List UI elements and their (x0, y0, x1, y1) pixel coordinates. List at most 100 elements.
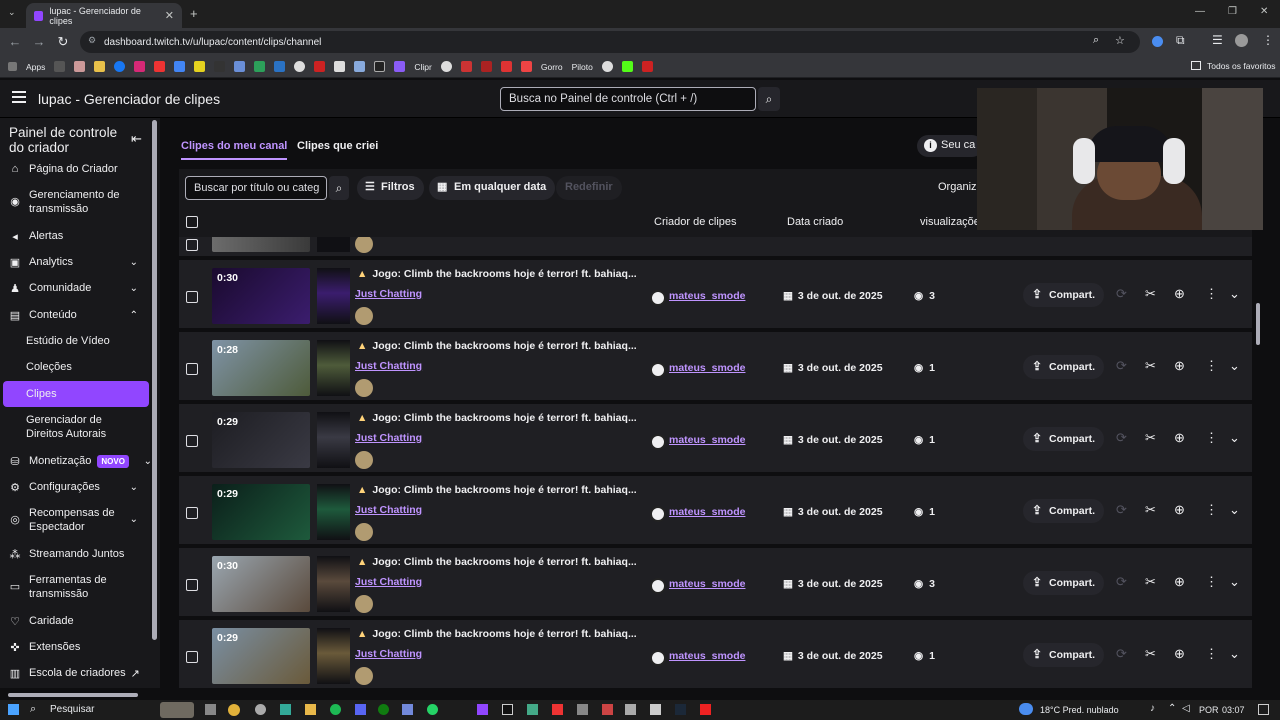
sidebar-item-monetization[interactable]: ⛁ Monetização NOVO ⌄ (0, 454, 152, 468)
discord-icon[interactable] (355, 704, 366, 715)
minimize-icon[interactable]: — (1195, 6, 1205, 17)
date-filter-button[interactable]: ▦ Em qualquer data (429, 176, 556, 200)
sidebar-item-analytics[interactable]: ▣ Analytics ⌄ (0, 255, 150, 269)
sidebar-item-settings[interactable]: ⚙ Configurações ⌄ (0, 480, 150, 494)
grid-icon[interactable] (54, 61, 66, 72)
scissors-icon[interactable]: ✂ (1145, 502, 1156, 518)
forward-icon[interactable]: → (28, 34, 50, 49)
row-checkbox[interactable] (186, 435, 198, 447)
instagram-icon[interactable] (134, 61, 146, 72)
clock[interactable]: 03:07 (1222, 705, 1245, 715)
loop-icon[interactable]: ⟳ (1116, 286, 1127, 302)
sidebar-item-charity[interactable]: ♡ Caridade (0, 614, 150, 628)
row-checkbox[interactable] (186, 363, 198, 375)
loop-icon[interactable]: ⟳ (1116, 358, 1127, 374)
clip-thumbnail[interactable] (212, 237, 310, 252)
bookmark-icon[interactable] (480, 61, 492, 72)
filters-button[interactable]: ☰ Filtros (357, 176, 424, 200)
app-icon[interactable] (552, 704, 563, 715)
chevron-down-icon[interactable]: ⌄ (130, 513, 138, 527)
clip-title[interactable]: ▲ Jogo: Climb the backrooms hoje é terror… (357, 268, 637, 280)
bookmark-icon[interactable] (94, 61, 106, 72)
app-icon[interactable] (255, 704, 266, 715)
sidebar-item-broadcast-tools[interactable]: ▭ Ferramentas de transmissão (0, 573, 150, 601)
sidebar-item-creator-school[interactable]: ▥ Escola de criadores ↗ (0, 666, 150, 680)
chevron-down-icon[interactable]: ⌄ (130, 283, 138, 294)
bookmark-star-icon[interactable]: ☆ (1115, 34, 1125, 47)
clip-thumbnail[interactable]: 0:29 (212, 412, 310, 468)
content-scrollbar[interactable] (1256, 303, 1260, 345)
folder-icon[interactable] (305, 704, 316, 715)
bookmark-icon[interactable] (274, 61, 286, 72)
app-icon[interactable] (700, 704, 711, 715)
bookmark-icon[interactable] (154, 61, 166, 72)
browser-menu-icon[interactable]: ⋮ (1262, 33, 1274, 47)
bookmark-icon[interactable] (460, 61, 472, 72)
sidebar-item-viewer-rewards[interactable]: ◎ Recompensas de Espectador ⌄ (0, 506, 150, 534)
settings-icon[interactable] (650, 704, 661, 715)
sidebar-sub-video-studio[interactable]: Estúdio de Vídeo (26, 334, 110, 348)
add-circle-icon[interactable]: ⊕ (1174, 430, 1185, 446)
category-link[interactable]: Just Chatting (355, 432, 422, 444)
extension-icon[interactable] (1152, 36, 1163, 47)
chevron-down-icon[interactable]: ⌄ (130, 482, 138, 493)
bookmark-icon[interactable] (74, 61, 86, 72)
clip-title[interactable]: ▲ Jogo: Climb the backrooms hoje é terror… (357, 628, 637, 640)
clip-thumbnail[interactable]: 0:30 (212, 556, 310, 612)
sidebar-item-stream-together[interactable]: ⁂ Streamando Juntos (0, 547, 150, 561)
category-link[interactable]: Just Chatting (355, 504, 422, 516)
category-link[interactable]: Just Chatting (355, 648, 422, 660)
app-icon[interactable] (280, 704, 291, 715)
creator-link[interactable]: mateus_smode (650, 506, 745, 522)
kick-icon[interactable] (621, 61, 633, 72)
site-info-icon[interactable]: ⚙ (88, 35, 96, 46)
bookmark-gorro[interactable]: Gorro (541, 62, 563, 72)
spotify-icon[interactable] (330, 704, 341, 715)
tab-list-icon[interactable]: ⌄ (8, 7, 16, 18)
scissors-icon[interactable]: ✂ (1145, 358, 1156, 374)
share-button[interactable]: ⇪ Compart. (1023, 427, 1105, 451)
clip-title[interactable]: ▲ Jogo: Climb the backrooms hoje é terror… (357, 412, 637, 424)
chevron-down-icon[interactable]: ⌄ (130, 257, 138, 268)
share-button[interactable]: ⇪ Compart. (1023, 355, 1105, 379)
more-options-icon[interactable]: ⋮ (1205, 574, 1218, 590)
weather-text[interactable]: 18°C Pred. nublado (1040, 705, 1119, 715)
more-options-icon[interactable]: ⋮ (1205, 358, 1218, 374)
scissors-icon[interactable]: ✂ (1145, 430, 1156, 446)
column-date[interactable]: Data criado (787, 216, 843, 228)
bookmark-icon[interactable] (214, 61, 226, 72)
app-icon[interactable] (602, 704, 613, 715)
sidebar-item-creator-page[interactable]: ⌂ Página do Criador (0, 162, 150, 176)
channel-info-button[interactable]: i Seu ca (917, 135, 984, 157)
extensions-puzzle-icon[interactable]: ⧉ (1176, 33, 1185, 48)
clip-search-input[interactable]: Buscar por título ou categ (185, 176, 327, 200)
sidebar-item-community[interactable]: ♟ Comunidade ⌄ (0, 281, 150, 295)
chevron-down-icon[interactable]: ⌄ (1229, 646, 1240, 662)
clip-thumbnail[interactable]: 0:28 (212, 340, 310, 396)
loop-icon[interactable]: ⟳ (1116, 574, 1127, 590)
bookmark-piloto[interactable]: Piloto (572, 62, 593, 72)
sidebar-item-stream-manager[interactable]: ◉ Gerenciamento de transmissão (0, 188, 130, 216)
chevron-down-icon[interactable]: ⌄ (1229, 502, 1240, 518)
sort-dropdown[interactable]: Organiz (938, 181, 977, 193)
bookmark-icon[interactable] (194, 61, 206, 72)
steam-icon[interactable] (675, 704, 686, 715)
xbox-icon[interactable] (378, 704, 389, 715)
column-views[interactable]: visualizaçõe (920, 216, 980, 228)
sidebar-sub-copyright[interactable]: Gerenciador de Direitos Autorais (26, 413, 126, 441)
more-options-icon[interactable]: ⋮ (1205, 502, 1218, 518)
search-icon[interactable]: ⌕ (758, 87, 780, 111)
app-icon[interactable] (402, 704, 413, 715)
sidebar-item-alerts[interactable]: ◂ Alertas (0, 229, 150, 243)
start-icon[interactable] (8, 704, 19, 715)
clip-thumbnail[interactable]: 0:29 (212, 484, 310, 540)
row-checkbox[interactable] (186, 579, 198, 591)
loop-icon[interactable]: ⟳ (1116, 502, 1127, 518)
sidebar-scrollbar[interactable] (152, 120, 157, 640)
bookmark-icon[interactable] (354, 61, 366, 72)
chevron-down-icon[interactable]: ⌄ (1229, 286, 1240, 302)
bookmark-apps[interactable]: Apps (26, 62, 45, 72)
loop-icon[interactable]: ⟳ (1116, 646, 1127, 662)
mic-icon[interactable]: ♪ (1150, 703, 1155, 714)
column-creator[interactable]: Criador de clipes (654, 216, 737, 228)
